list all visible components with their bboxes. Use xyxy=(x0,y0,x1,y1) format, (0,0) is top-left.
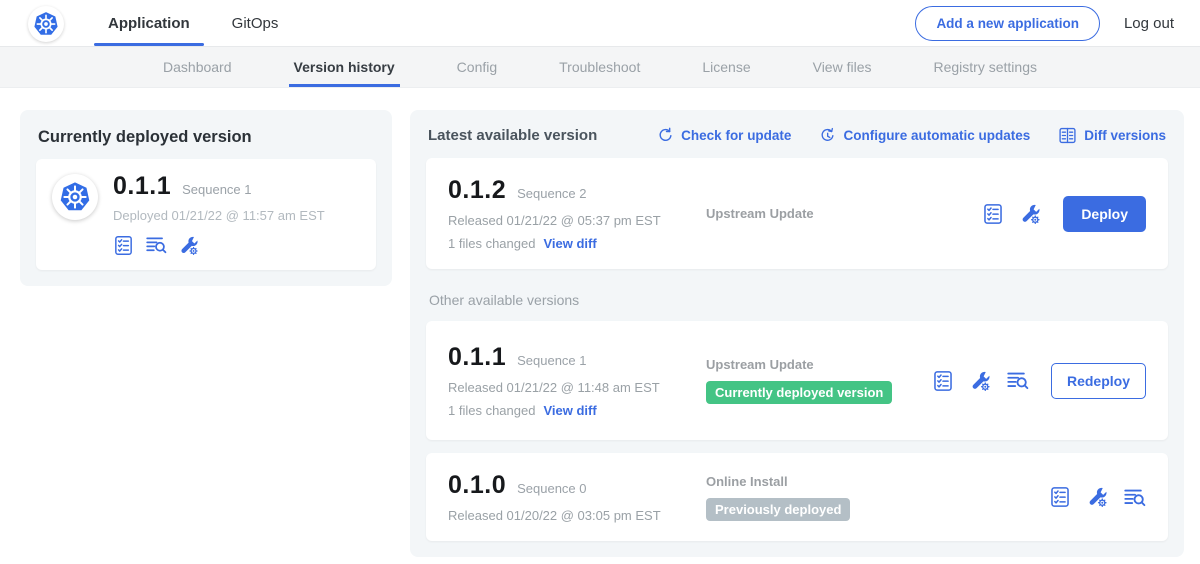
edit-config-icon[interactable] xyxy=(1086,486,1108,508)
previously-deployed-badge: Previously deployed xyxy=(706,498,850,521)
preflight-checks-icon[interactable] xyxy=(932,370,954,392)
refresh-icon xyxy=(657,127,674,144)
released-timestamp: Released 01/21/22 @ 11:48 am EST xyxy=(448,380,706,395)
version-history-page: Currently deployed version 0.1.1 Sequenc… xyxy=(0,88,1200,557)
app-logo xyxy=(52,174,98,220)
kubernetes-logo-icon xyxy=(59,181,91,213)
subtab-dashboard[interactable]: Dashboard xyxy=(158,47,237,87)
subtab-dashboard-label: Dashboard xyxy=(163,59,232,75)
deployed-timestamp: Deployed 01/21/22 @ 11:57 am EST xyxy=(113,208,325,223)
version-number: 0.1.2 xyxy=(448,176,506,205)
currently-deployed-panel: Currently deployed version 0.1.1 Sequenc… xyxy=(20,110,392,286)
latest-version-title: Latest available version xyxy=(428,127,597,144)
version-card-0-1-0: 0.1.0 Sequence 0 Released 01/20/22 @ 03:… xyxy=(426,453,1168,541)
version-actions: Check for update Configure automatic upd… xyxy=(657,126,1166,145)
edit-config-icon[interactable] xyxy=(178,235,199,256)
subtab-version-history[interactable]: Version history xyxy=(289,47,400,87)
subtab-view-files[interactable]: View files xyxy=(808,47,877,87)
subtab-config[interactable]: Config xyxy=(452,47,502,87)
view-logs-icon[interactable] xyxy=(1123,486,1146,509)
version-source-label: Upstream Update xyxy=(706,357,932,372)
other-versions-title: Other available versions xyxy=(429,292,1168,308)
preflight-checks-icon[interactable] xyxy=(982,203,1004,225)
logout-button[interactable]: Log out xyxy=(1124,15,1174,32)
top-tabs: Application GitOps xyxy=(94,0,292,46)
view-diff-link[interactable]: View diff xyxy=(543,236,596,251)
version-number: 0.1.0 xyxy=(448,471,506,500)
subtab-registry-settings[interactable]: Registry settings xyxy=(929,47,1042,87)
diff-versions-link[interactable]: Diff versions xyxy=(1058,126,1166,145)
available-versions-panel: Latest available version Check for updat… xyxy=(410,110,1184,557)
version-source-label: Online Install xyxy=(706,474,1049,489)
tab-application-label: Application xyxy=(108,15,190,32)
check-for-update-link[interactable]: Check for update xyxy=(657,127,791,144)
deployed-panel-title: Currently deployed version xyxy=(38,128,376,147)
deploy-button[interactable]: Deploy xyxy=(1063,196,1146,232)
tab-gitops-label: GitOps xyxy=(232,15,279,32)
subtab-registry-settings-label: Registry settings xyxy=(934,59,1037,75)
deployed-sequence-label: Sequence 1 xyxy=(182,182,251,197)
subtab-troubleshoot[interactable]: Troubleshoot xyxy=(554,47,645,87)
app-sub-nav: Dashboard Version history Config Trouble… xyxy=(0,46,1200,88)
preflight-checks-icon[interactable] xyxy=(1049,486,1071,508)
sequence-label: Sequence 2 xyxy=(517,186,586,201)
released-timestamp: Released 01/21/22 @ 05:37 pm EST xyxy=(448,213,706,228)
kubernetes-logo-icon xyxy=(33,11,59,37)
top-nav: Application GitOps Add a new application… xyxy=(0,0,1200,46)
diff-icon xyxy=(1058,126,1077,145)
deployed-version-number: 0.1.1 xyxy=(113,172,171,201)
configure-automatic-updates-label: Configure automatic updates xyxy=(843,128,1030,143)
kubernetes-logo xyxy=(28,6,64,42)
subtab-config-label: Config xyxy=(457,59,497,75)
edit-config-icon[interactable] xyxy=(969,370,991,392)
tab-gitops[interactable]: GitOps xyxy=(218,0,293,46)
view-logs-icon[interactable] xyxy=(1006,369,1029,392)
edit-config-icon[interactable] xyxy=(1019,203,1041,225)
version-card-0-1-1: 0.1.1 Sequence 1 Released 01/21/22 @ 11:… xyxy=(426,321,1168,440)
version-card-0-1-2: 0.1.2 Sequence 2 Released 01/21/22 @ 05:… xyxy=(426,158,1168,269)
view-diff-link[interactable]: View diff xyxy=(543,403,596,418)
redeploy-button[interactable]: Redeploy xyxy=(1051,363,1146,399)
subtab-troubleshoot-label: Troubleshoot xyxy=(559,59,640,75)
tab-application[interactable]: Application xyxy=(94,0,204,46)
add-application-button[interactable]: Add a new application xyxy=(915,6,1100,41)
sequence-label: Sequence 1 xyxy=(517,353,586,368)
schedule-update-icon xyxy=(819,127,836,144)
diff-versions-label: Diff versions xyxy=(1084,128,1166,143)
subtab-license-label: License xyxy=(702,59,750,75)
released-timestamp: Released 01/20/22 @ 03:05 pm EST xyxy=(448,508,706,523)
files-changed-label: 1 files changed xyxy=(448,236,535,251)
check-for-update-label: Check for update xyxy=(681,128,791,143)
subtab-version-history-label: Version history xyxy=(294,59,395,75)
view-logs-icon[interactable] xyxy=(145,234,167,256)
files-changed-label: 1 files changed xyxy=(448,403,535,418)
subtab-view-files-label: View files xyxy=(813,59,872,75)
version-number: 0.1.1 xyxy=(448,343,506,372)
subtab-license[interactable]: License xyxy=(697,47,755,87)
deployed-version-card: 0.1.1 Sequence 1 Deployed 01/21/22 @ 11:… xyxy=(36,159,376,270)
version-source-label: Upstream Update xyxy=(706,206,982,221)
configure-automatic-updates-link[interactable]: Configure automatic updates xyxy=(819,127,1030,144)
currently-deployed-badge: Currently deployed version xyxy=(706,381,892,404)
preflight-checks-icon[interactable] xyxy=(113,235,134,256)
sequence-label: Sequence 0 xyxy=(517,481,586,496)
